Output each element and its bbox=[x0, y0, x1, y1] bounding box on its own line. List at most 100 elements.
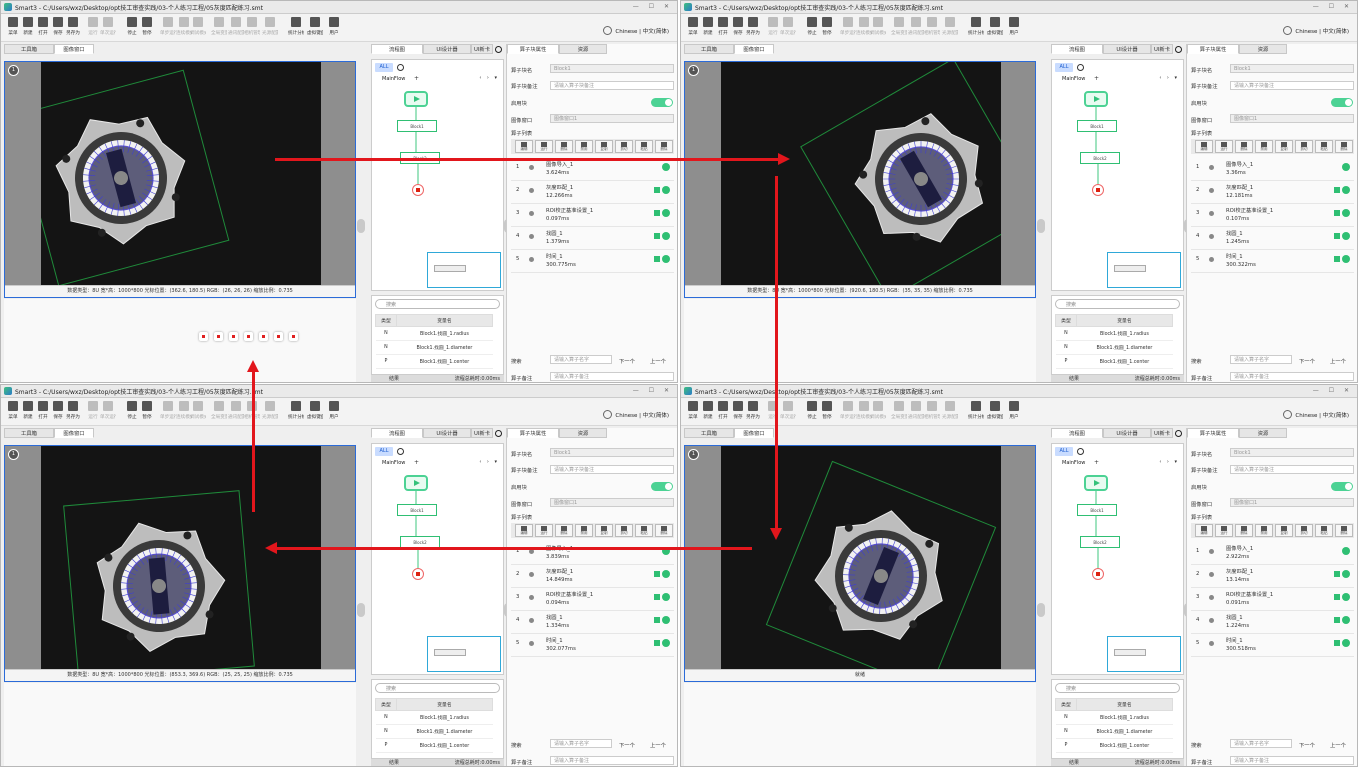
list-item[interactable]: 4 找圆_1 1.245ms bbox=[1191, 227, 1354, 250]
toolbar-button[interactable]: 停止 bbox=[124, 17, 140, 36]
list-item[interactable]: 1图像导入_13.839ms bbox=[511, 542, 674, 565]
flow-nav-arrows[interactable]: ‹ › ▾ bbox=[1159, 75, 1179, 81]
language-selector[interactable]: Chinese | 中文(简体) bbox=[1283, 410, 1349, 419]
list-item[interactable]: 5 时间_1 300.775ms bbox=[511, 250, 674, 273]
table-row[interactable]: N Block1.找圆_1.diameter bbox=[1055, 340, 1173, 355]
flow-start-node[interactable] bbox=[1084, 475, 1108, 491]
toolbar-button[interactable]: 新建 bbox=[700, 17, 716, 36]
image-icon[interactable] bbox=[654, 256, 660, 262]
toolbar-button[interactable]: 运行 bbox=[85, 17, 101, 36]
tab-image-window[interactable]: 图像窗口 bbox=[734, 428, 774, 438]
toolbar-button[interactable]: 相机管理 bbox=[244, 17, 260, 36]
enable-block-toggle[interactable] bbox=[1331, 98, 1353, 107]
tab-flow-chart[interactable]: 流程图 bbox=[371, 428, 423, 438]
toolbar-button[interactable]: 打开 bbox=[35, 17, 51, 36]
operator-tool-button[interactable]: 删除 bbox=[555, 524, 573, 537]
operator-tool-button[interactable]: 编辑 bbox=[1195, 140, 1213, 153]
collapse-left-handle[interactable] bbox=[1037, 219, 1045, 233]
toolbar-button[interactable]: 运行 bbox=[85, 401, 101, 420]
result-tab[interactable]: 结果 bbox=[1069, 759, 1079, 766]
operator-tool-button[interactable]: 复制 bbox=[595, 140, 613, 153]
toolbar-button[interactable]: 虚拟键盘 bbox=[987, 401, 1003, 420]
table-row[interactable]: P Block1.找圆_1.center bbox=[1055, 738, 1173, 753]
image-viewer[interactable]: 1 就绪 bbox=[684, 445, 1036, 682]
language-selector[interactable]: Chinese | 中文(简体) bbox=[1283, 26, 1349, 35]
flow-block-node[interactable]: Block1 bbox=[397, 120, 437, 132]
visible-eye-icon[interactable] bbox=[662, 639, 670, 647]
toolbar-button[interactable]: 通讯配置 bbox=[908, 17, 924, 36]
flow-block-node[interactable]: Block1 bbox=[397, 504, 437, 516]
visible-eye-icon[interactable] bbox=[662, 616, 670, 624]
tab-image-window[interactable]: 图像窗口 bbox=[54, 44, 94, 54]
tab-toolbox[interactable]: 工具箱 bbox=[684, 44, 734, 54]
flow-start-node[interactable] bbox=[404, 91, 428, 107]
operator-search-input[interactable]: 请输入算子名字 bbox=[550, 739, 612, 748]
table-row[interactable]: N Block1.找圆_1.radius bbox=[1055, 326, 1173, 341]
list-item[interactable]: 5 时间_1 300.518ms bbox=[1191, 634, 1354, 657]
image-icon[interactable] bbox=[1334, 594, 1340, 600]
tab-ui-new[interactable]: UI新卡 bbox=[1151, 428, 1173, 438]
tab-toolbox[interactable]: 工具箱 bbox=[4, 44, 54, 54]
image-icon[interactable] bbox=[654, 640, 660, 646]
filter-all-button[interactable]: ALL bbox=[375, 63, 393, 72]
operator-tool-button[interactable]: 剪切 bbox=[1295, 140, 1313, 153]
toolbar-button[interactable]: 用户 bbox=[1006, 17, 1022, 36]
toolbar-button[interactable]: 单次运行 bbox=[100, 401, 116, 420]
tab-resources[interactable]: 资源 bbox=[1239, 44, 1287, 54]
operator-tool-button[interactable]: 编辑 bbox=[515, 140, 533, 153]
toolbar-button[interactable]: 打开 bbox=[715, 17, 731, 36]
search-icon[interactable] bbox=[495, 46, 502, 53]
operator-tool-button[interactable]: 删除 bbox=[555, 140, 573, 153]
toolbar-button[interactable]: 停止 bbox=[124, 401, 140, 420]
toolbar-button[interactable]: 新建 bbox=[20, 401, 36, 420]
image-icon[interactable] bbox=[1334, 187, 1340, 193]
flow-block-node[interactable]: Block1 bbox=[1077, 120, 1117, 132]
toolbar-button[interactable]: 打开 bbox=[35, 401, 51, 420]
toolbar-button[interactable]: 调试模式 bbox=[870, 17, 886, 36]
visible-eye-icon[interactable] bbox=[662, 163, 670, 171]
operator-tool-button[interactable]: 剪切 bbox=[1295, 524, 1313, 537]
gear-icon[interactable] bbox=[397, 64, 404, 71]
visible-eye-icon[interactable] bbox=[1342, 209, 1350, 217]
image-icon[interactable] bbox=[654, 594, 660, 600]
collapse-left-handle[interactable] bbox=[357, 219, 365, 233]
tab-toolbox[interactable]: 工具箱 bbox=[4, 428, 54, 438]
tab-block-props[interactable]: 算子块属性 bbox=[1187, 428, 1239, 438]
toolbar-button[interactable]: 全局变量 bbox=[211, 17, 227, 36]
window-controls[interactable]: — ☐ ✕ bbox=[1313, 387, 1353, 394]
flow-start-node[interactable] bbox=[1084, 91, 1108, 107]
mainflow-tab[interactable]: MainFlow bbox=[1062, 460, 1085, 466]
table-row[interactable]: P Block1.找圆_1.center bbox=[375, 354, 493, 369]
flow-chart-canvas[interactable]: ALLMainFlow+‹ › ▾Block1Block2 bbox=[371, 59, 504, 291]
toolbar-button[interactable]: 虚拟键盘 bbox=[307, 17, 323, 36]
operator-tool-button[interactable]: 粘贴 bbox=[635, 140, 653, 153]
flow-chart-canvas[interactable]: ALLMainFlow+‹ › ▾Block1Block2 bbox=[1051, 443, 1184, 675]
result-tab[interactable]: 结果 bbox=[389, 759, 399, 766]
column-header[interactable]: 类型 bbox=[375, 314, 397, 327]
toolbar-button[interactable]: 另存为 bbox=[65, 17, 81, 36]
toolbar-button[interactable]: 单步运行 bbox=[160, 17, 176, 36]
operator-tool-button[interactable]: 删除 bbox=[655, 140, 673, 153]
toolbar-button[interactable]: 调试模式 bbox=[190, 401, 206, 420]
operator-tool-button[interactable]: 删除 bbox=[1235, 524, 1253, 537]
mainflow-tab[interactable]: MainFlow bbox=[382, 460, 405, 466]
tab-ui-designer[interactable]: UI设计器 bbox=[423, 44, 471, 54]
toolbar-button[interactable]: 用户 bbox=[326, 401, 342, 420]
variable-search-input[interactable]: 搜索 bbox=[375, 683, 500, 693]
toolbar-button[interactable]: 菜单 bbox=[5, 401, 21, 420]
image-icon[interactable] bbox=[1334, 640, 1340, 646]
tab-toolbox[interactable]: 工具箱 bbox=[684, 428, 734, 438]
toolbar-button[interactable]: 相机管理 bbox=[924, 17, 940, 36]
next-match-button[interactable]: 下一个 bbox=[1299, 357, 1315, 365]
operator-tool-button[interactable]: 剪切 bbox=[615, 140, 633, 153]
visible-eye-icon[interactable] bbox=[1342, 255, 1350, 263]
visible-eye-icon[interactable] bbox=[1342, 639, 1350, 647]
toolbar-button[interactable]: 全局变量 bbox=[211, 401, 227, 420]
operator-tool-button[interactable]: 粘贴 bbox=[1315, 140, 1333, 153]
operator-tool-button[interactable]: 运行 bbox=[1215, 524, 1233, 537]
search-icon[interactable] bbox=[1175, 46, 1182, 53]
operator-tool-button[interactable]: 剪切 bbox=[615, 524, 633, 537]
flow-nav-arrows[interactable]: ‹ › ▾ bbox=[1159, 459, 1179, 465]
add-flow-button[interactable]: + bbox=[414, 75, 419, 82]
toolbar-button[interactable]: 统计分析 bbox=[968, 401, 984, 420]
